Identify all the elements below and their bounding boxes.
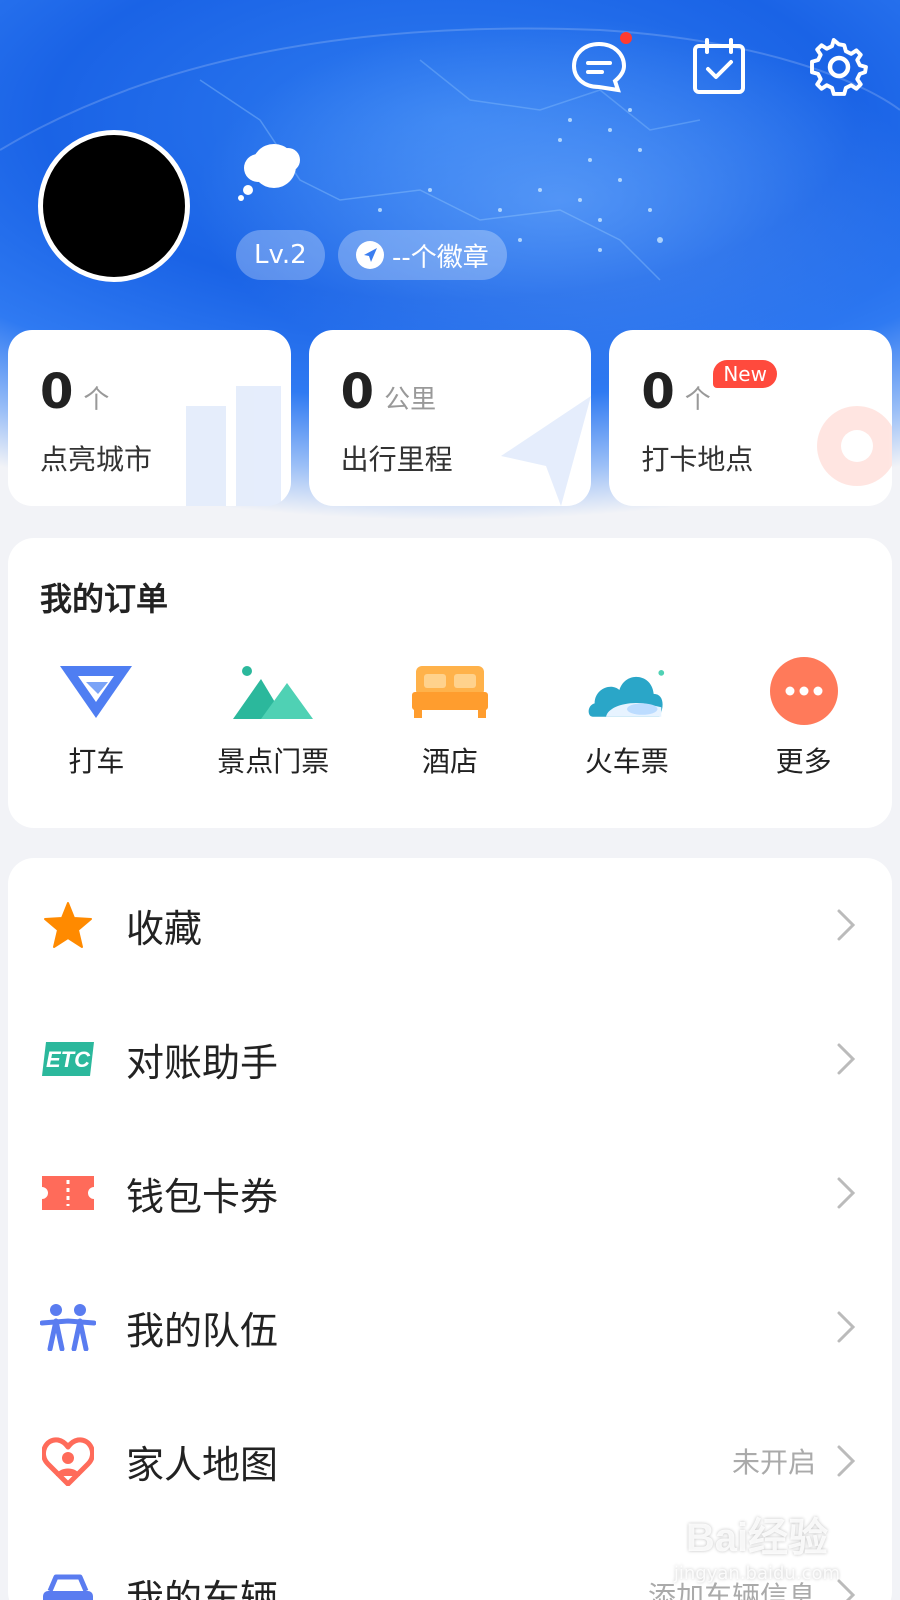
menu-label: 对账助手 bbox=[126, 1040, 279, 1085]
chevron-right-icon bbox=[837, 1043, 856, 1075]
menu-label: 钱包卡券 bbox=[126, 1174, 279, 1219]
menu-label: 家人地图 bbox=[126, 1442, 279, 1487]
order-label: 更多 bbox=[775, 745, 832, 778]
more-dots-icon bbox=[764, 656, 844, 726]
stat-mileage[interactable]: 0 公里 出行里程 bbox=[308, 330, 592, 506]
stat-checkin-places[interactable]: 0个 New 打卡地点 bbox=[609, 330, 893, 506]
orders-card: 我的订单 打车 景点门票 酒店 火车票 更多 bbox=[8, 538, 892, 828]
star-icon bbox=[40, 897, 96, 953]
menu-value: 未开启 bbox=[731, 1446, 816, 1479]
level-chip[interactable]: Lv.2 bbox=[236, 230, 325, 280]
order-more[interactable]: 更多 bbox=[715, 656, 892, 780]
order-hotel[interactable]: 酒店 bbox=[362, 656, 539, 780]
chevron-right-icon bbox=[837, 1311, 856, 1343]
watermark: Bai经验 jingyan.baidu.com bbox=[674, 1505, 840, 1584]
avatar[interactable] bbox=[38, 130, 190, 282]
location-pin-icon bbox=[817, 406, 893, 486]
menu-item-favorites[interactable]: 收藏 bbox=[8, 858, 892, 992]
chevron-right-icon bbox=[837, 1177, 856, 1209]
ticket-icon bbox=[40, 1165, 96, 1221]
bed-icon bbox=[410, 656, 490, 726]
order-train[interactable]: 火车票 bbox=[538, 656, 715, 780]
car-icon bbox=[40, 1567, 96, 1600]
team-icon bbox=[40, 1299, 96, 1355]
mountain-icon bbox=[233, 656, 314, 726]
stat-value: 0 bbox=[641, 364, 675, 420]
taxi-icon bbox=[56, 656, 136, 726]
menu-item-wallet[interactable]: 钱包卡券 bbox=[8, 1126, 892, 1260]
checkin-button[interactable] bbox=[688, 36, 750, 98]
menu-item-team[interactable]: 我的队伍 bbox=[8, 1260, 892, 1394]
orders-title: 我的订单 bbox=[40, 580, 169, 618]
checkin-calendar-icon bbox=[693, 38, 745, 94]
chevron-right-icon bbox=[837, 1445, 856, 1477]
badge-count-text: --个徽章 bbox=[392, 242, 489, 273]
order-label: 打车 bbox=[68, 745, 125, 778]
stat-lit-cities[interactable]: 0个 点亮城市 bbox=[8, 330, 291, 506]
order-label: 景点门票 bbox=[217, 745, 330, 778]
badge-icon bbox=[356, 241, 384, 269]
stat-value: 0 bbox=[340, 364, 375, 420]
thought-bubble-icon bbox=[238, 144, 300, 201]
stat-value: 0 bbox=[40, 364, 74, 420]
menu-list: 收藏 ETC 对账助手 钱包卡券 我的队伍 家人地图 未开启 我的车辆 添加车辆… bbox=[8, 858, 892, 1600]
stat-unit: 个 bbox=[684, 385, 711, 415]
stat-unit: 个 bbox=[83, 385, 110, 415]
message-button[interactable] bbox=[568, 32, 632, 98]
menu-label: 我的队伍 bbox=[126, 1308, 279, 1353]
paper-plane-icon bbox=[501, 396, 592, 506]
watermark-url: jingyan.baidu.com bbox=[673, 1563, 840, 1584]
svg-text:ETC: ETC bbox=[46, 1047, 91, 1072]
menu-label: 收藏 bbox=[126, 906, 203, 951]
family-heart-icon bbox=[40, 1433, 96, 1489]
message-icon bbox=[571, 41, 627, 93]
order-tickets[interactable]: 景点门票 bbox=[185, 656, 362, 780]
order-label: 酒店 bbox=[421, 745, 478, 778]
order-label: 火车票 bbox=[584, 745, 669, 778]
stat-unit: 公里 bbox=[384, 385, 437, 415]
watermark-logo: Bai经验 bbox=[685, 1516, 829, 1560]
stats-row: 0个 点亮城市 0 公里 出行里程 0个 New 打卡地点 bbox=[8, 330, 893, 506]
chevron-right-icon bbox=[837, 909, 856, 941]
train-cloud-icon bbox=[587, 656, 667, 726]
unread-dot bbox=[620, 32, 632, 44]
menu-label: 我的车辆 bbox=[126, 1576, 279, 1600]
city-buildings-icon bbox=[185, 386, 281, 506]
badge-chip[interactable]: --个徽章 bbox=[338, 230, 507, 280]
order-taxi[interactable]: 打车 bbox=[8, 656, 185, 780]
new-badge: New bbox=[713, 360, 777, 388]
etc-icon: ETC bbox=[40, 1031, 96, 1087]
menu-item-reconciliation[interactable]: ETC 对账助手 bbox=[8, 992, 892, 1126]
settings-icon bbox=[810, 38, 868, 96]
settings-button[interactable] bbox=[808, 36, 870, 98]
